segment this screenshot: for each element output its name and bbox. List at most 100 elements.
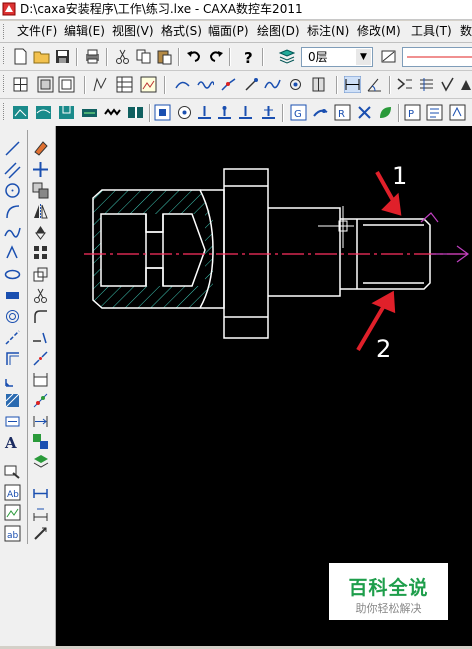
linetype-icon[interactable] — [380, 48, 397, 65]
eraser-icon[interactable] — [32, 140, 49, 157]
tool-holder-icon[interactable] — [310, 76, 327, 93]
trim-icon[interactable] — [32, 287, 49, 304]
fill-icon[interactable] — [4, 392, 21, 409]
line-icon[interactable] — [4, 140, 21, 157]
table-icon[interactable] — [116, 76, 133, 93]
menu-view[interactable]: 视图(V) — [112, 21, 154, 42]
zoom-window-icon[interactable] — [37, 76, 54, 93]
chevron-down-icon[interactable]: ▼ — [356, 49, 371, 65]
roughness-icon[interactable] — [440, 76, 457, 93]
form-tolerance-icon[interactable] — [396, 76, 413, 93]
insert-image-icon[interactable] — [4, 504, 21, 521]
toolpath-icon[interactable] — [220, 76, 237, 93]
copy-icon[interactable] — [135, 48, 152, 65]
hatch-icon[interactable] — [4, 371, 21, 388]
dimension-icon[interactable] — [32, 485, 49, 502]
polyline-icon[interactable] — [92, 76, 109, 93]
layer-state-icon[interactable] — [32, 453, 49, 470]
post-process-icon[interactable]: P — [404, 104, 421, 121]
print-icon[interactable] — [84, 48, 101, 65]
datum-icon[interactable] — [458, 76, 472, 93]
equidistant-icon[interactable] — [4, 350, 21, 367]
tool-point-icon[interactable] — [237, 104, 254, 121]
layer-icon[interactable] — [278, 48, 295, 65]
drilling-icon[interactable] — [81, 104, 98, 121]
point-move-icon[interactable] — [243, 76, 260, 93]
insert-block-icon[interactable]: Ab — [4, 484, 21, 501]
layer-select[interactable]: 0层 ▼ — [301, 47, 373, 67]
curve-path-icon[interactable] — [174, 76, 191, 93]
parallel-line-icon[interactable] — [4, 162, 21, 179]
copy-object-icon[interactable] — [32, 182, 49, 199]
tool-path-edit-icon[interactable] — [216, 104, 233, 121]
point-icon[interactable] — [4, 244, 21, 261]
offset-object-icon[interactable] — [32, 433, 49, 450]
dim-edit-icon[interactable] — [32, 506, 49, 523]
groove-turning-icon[interactable] — [58, 104, 75, 121]
menu-draw[interactable]: 绘图(D) — [257, 21, 300, 42]
redo-icon[interactable] — [207, 48, 224, 65]
image-icon[interactable] — [140, 76, 157, 93]
cut-icon[interactable] — [114, 48, 131, 65]
menu-sheet[interactable]: 幅面(P) — [208, 21, 249, 42]
thread-cut-icon[interactable] — [104, 104, 121, 121]
paste-icon[interactable] — [156, 48, 173, 65]
leaf-icon[interactable] — [377, 104, 394, 121]
parameter-icon[interactable] — [449, 104, 466, 121]
block-icon[interactable] — [4, 463, 21, 480]
undo-icon[interactable] — [186, 48, 203, 65]
open-folder-icon[interactable] — [33, 48, 50, 65]
node-icon[interactable] — [287, 76, 304, 93]
rotate-icon[interactable] — [32, 224, 49, 241]
mirror-icon[interactable] — [32, 203, 49, 220]
polygon-icon[interactable] — [4, 308, 21, 325]
break-icon[interactable] — [32, 350, 49, 367]
menu-edit[interactable]: 编辑(E) — [64, 21, 105, 42]
move-icon[interactable] — [32, 161, 49, 178]
arc-icon[interactable] — [4, 203, 21, 220]
insert-object-icon[interactable]: ab — [4, 525, 21, 542]
centerline-icon[interactable] — [4, 329, 21, 346]
tool-settings-icon[interactable] — [176, 104, 193, 121]
scale-icon[interactable] — [32, 266, 49, 283]
ellipse-icon[interactable] — [4, 266, 21, 283]
tool-check-icon[interactable] — [356, 104, 373, 121]
simulate-icon[interactable] — [312, 104, 329, 121]
save-icon[interactable] — [54, 48, 71, 65]
fillet-icon[interactable] — [32, 308, 49, 325]
menu-file[interactable]: 文件(F) — [17, 21, 57, 42]
spline-draw-icon[interactable] — [4, 224, 21, 241]
new-file-icon[interactable] — [12, 48, 29, 65]
tool-library-icon[interactable] — [154, 104, 171, 121]
code-view-icon[interactable] — [426, 104, 443, 121]
circle-icon[interactable] — [4, 182, 21, 199]
cutoff-icon[interactable] — [127, 104, 144, 121]
extend-icon[interactable] — [32, 329, 49, 346]
menu-tools[interactable]: 工具(T) — [411, 21, 452, 42]
reverse-icon[interactable]: R — [334, 104, 351, 121]
thread-icon[interactable] — [418, 76, 435, 93]
grid-point-icon[interactable] — [12, 76, 29, 93]
horizontal-dim-icon[interactable] — [344, 76, 361, 93]
explode-icon[interactable] — [32, 392, 49, 409]
dim-style-icon[interactable] — [32, 525, 49, 542]
text-icon[interactable]: A — [4, 433, 21, 450]
menu-dimension[interactable]: 标注(N) — [307, 21, 349, 42]
stretch-icon[interactable] — [32, 371, 49, 388]
spline-icon[interactable] — [264, 76, 281, 93]
menu-modify[interactable]: 修改(M) — [357, 21, 401, 42]
chamfer-icon[interactable] — [32, 413, 49, 430]
text-block-icon[interactable] — [4, 413, 21, 430]
tool-compensate-icon[interactable] — [260, 104, 277, 121]
angle-dim-icon[interactable] — [366, 76, 383, 93]
rough-turning-icon[interactable] — [12, 104, 29, 121]
code-generate-icon[interactable]: G — [290, 104, 307, 121]
wave-icon[interactable] — [197, 76, 214, 93]
finish-turning-icon[interactable] — [35, 104, 52, 121]
menu-more[interactable]: 数 — [460, 21, 472, 42]
array-icon[interactable] — [32, 244, 49, 261]
help-icon[interactable]: ? — [240, 48, 257, 65]
linetype-select[interactable] — [402, 47, 472, 67]
zoom-all-icon[interactable] — [58, 76, 75, 93]
rectangle-icon[interactable] — [4, 287, 21, 304]
